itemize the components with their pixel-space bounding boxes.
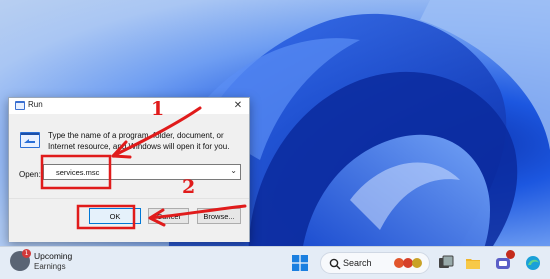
cancel-button[interactable]: Cancel <box>148 208 189 224</box>
search-icon <box>329 258 341 270</box>
widget-subtitle[interactable]: Earnings <box>34 262 66 271</box>
taskbar-search[interactable]: Search <box>320 252 430 274</box>
dialog-titlebar: Run ✕ <box>9 98 249 114</box>
windows-start-icon[interactable] <box>292 255 308 271</box>
run-dialog: Run ✕ Type the name of a program, folder… <box>8 97 250 242</box>
taskbar: 1 Upcoming Earnings Search <box>0 246 550 279</box>
file-explorer-icon[interactable] <box>465 255 481 271</box>
open-label: Open: <box>19 170 41 179</box>
close-button[interactable]: ✕ <box>231 99 245 113</box>
ok-button[interactable]: OK <box>89 208 141 224</box>
browser-icon[interactable] <box>525 255 541 271</box>
widget-title[interactable]: Upcoming <box>34 251 72 261</box>
dialog-title: Run <box>28 100 43 109</box>
weather-badge: 1 <box>22 249 31 258</box>
open-input[interactable]: services.msc <box>56 168 99 177</box>
run-app-icon <box>15 101 25 110</box>
open-combobox[interactable]: services.msc ⌄ <box>43 164 241 180</box>
browse-button[interactable]: Browse... <box>197 208 241 224</box>
step-1-label: 1 <box>151 98 165 120</box>
teams-badge <box>506 250 515 259</box>
search-label: Search <box>343 258 372 268</box>
search-highlight-icon <box>394 258 422 268</box>
chevron-down-icon[interactable]: ⌄ <box>230 166 237 175</box>
run-program-icon <box>20 132 40 148</box>
step-2-label: 2 <box>182 176 196 198</box>
task-view-icon[interactable] <box>438 255 454 271</box>
dialog-description: Type the name of a program, folder, docu… <box>48 131 230 151</box>
